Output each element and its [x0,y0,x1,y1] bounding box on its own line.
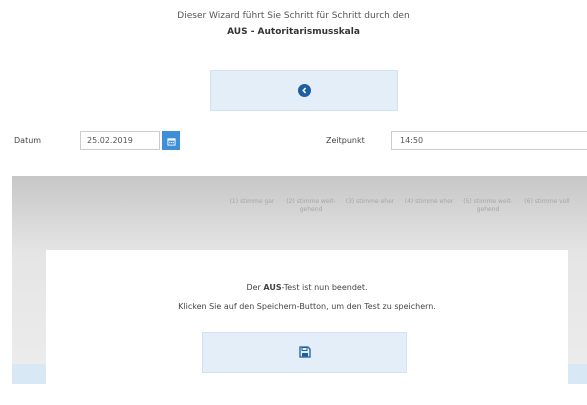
answer-choice-2[interactable]: (2) stimme weit- gehend [284,198,338,254]
calendar-icon [166,131,176,150]
completion-dialog: Der AUS-Test ist nun beendet. Klicken Si… [46,250,568,405]
intro-description: Dieser Wizard führt Sie Schritt für Schr… [177,11,410,21]
answer-choice-5[interactable]: (5) stimme weit- gehend [461,198,515,254]
calendar-button[interactable] [162,131,180,150]
save-button[interactable] [202,332,407,373]
save-instruction: Klicken Sie auf den Speichern-Button, um… [178,302,436,311]
completion-suffix: -Test ist nun beendet. [281,283,368,292]
answer-choices: (1) stimme gar (2) stimme weit- gehend (… [225,198,587,254]
test-abbreviation: AUS [263,283,282,292]
back-button[interactable] [210,70,398,111]
floppy-disk-icon [298,343,311,362]
completion-message: Der AUS-Test ist nun beendet. [46,283,568,292]
time-field[interactable] [391,131,587,150]
answer-choice-6[interactable]: (6) stimme voll [520,198,574,254]
test-title: AUS - Autoritarismusskala [227,27,360,37]
date-label: Datum [14,136,42,145]
date-field[interactable] [80,131,160,150]
answer-choice-4[interactable]: (4) stimme eher [402,198,456,254]
answer-choice-1[interactable]: (1) stimme gar [225,198,279,254]
chevron-left-circle-icon [297,84,311,97]
answer-choice-3[interactable]: (3) stimme eher [343,198,397,254]
time-label: Zeitpunkt [326,136,365,145]
completion-prefix: Der [246,283,264,292]
